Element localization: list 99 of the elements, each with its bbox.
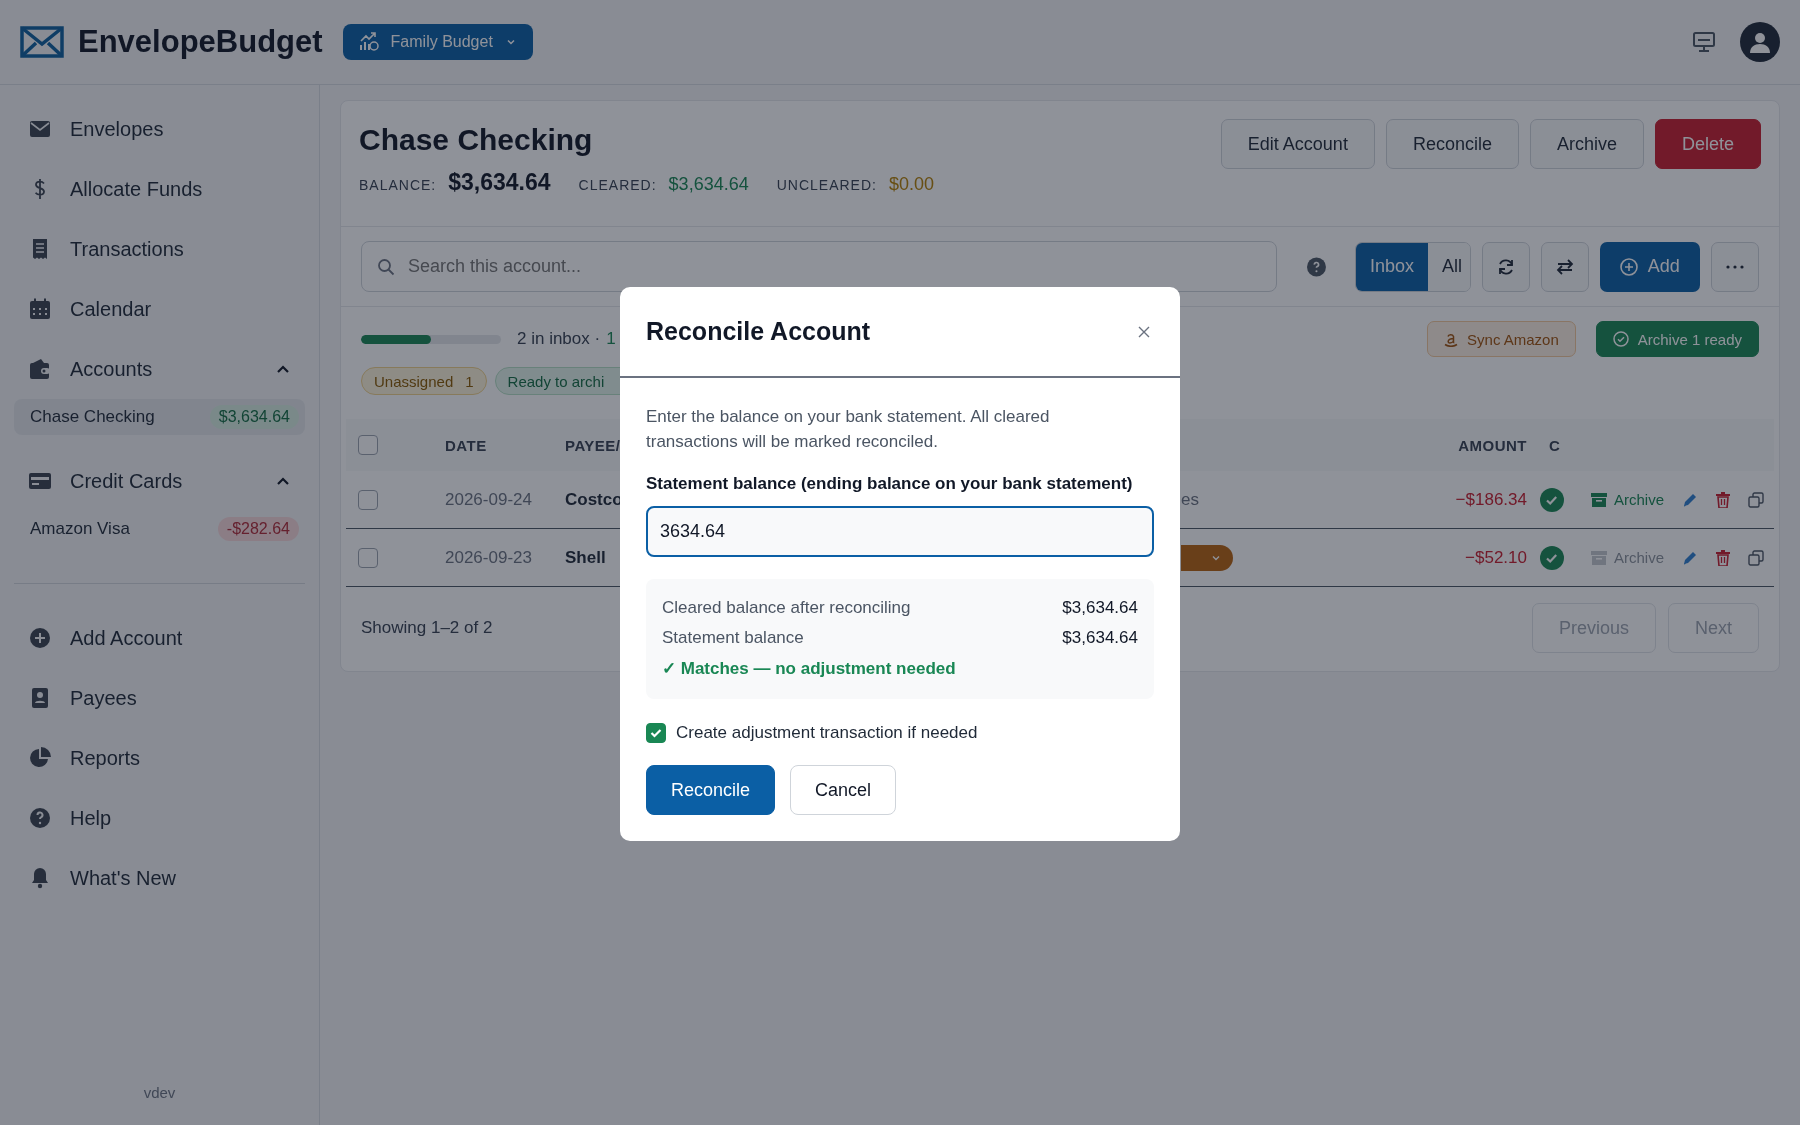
inbox-status: 2 in inbox · [517,329,601,349]
sync-button[interactable]: Sync Amazon [1427,321,1576,357]
sidebar-item[interactable]: Allocate Funds [14,159,305,219]
check-circle-icon[interactable] [1540,487,1564,512]
inbox-count: 1 [606,329,616,349]
chart-icon [358,32,379,52]
check-circle-icon[interactable] [1540,545,1564,570]
trash-icon[interactable] [1716,549,1731,566]
column-header: PAYEE/ [565,436,621,454]
match-message: ✓ Matches — no adjustment needed [662,657,957,680]
balance-value: $0.00 [888,174,934,195]
checkbox[interactable] [358,489,378,510]
envelope-logo-icon [20,26,64,58]
swap-arrows-icon [1554,256,1575,277]
copy-icon[interactable] [1748,491,1765,508]
search-field[interactable]: Search this account... [361,241,1277,292]
pencil-icon[interactable] [1682,491,1699,508]
column-header: C [1548,436,1562,454]
table-cell: 2026-09-24 [445,489,532,510]
table-cell: 2026-09-23 [445,547,532,568]
summary-value: $3,634.64 [1062,628,1138,648]
table-cell: Shell [565,547,606,568]
action-button[interactable]: Archive [1529,119,1644,169]
balance-label: BALANCE: [359,177,437,193]
balance-badge: -$282.64 [217,517,299,541]
search-icon [377,258,395,276]
delete-button[interactable]: Delete [1654,119,1761,169]
sidebar-item[interactable]: Add Account [14,608,305,668]
sidebar-item[interactable]: Help [14,788,305,848]
checkbox-label: Create adjustment transaction if needed [676,723,978,743]
archive-link[interactable]: Archive [1591,491,1665,508]
summary-label: Cleared balance after reconciling [662,598,911,618]
field-label: Statement balance (ending balance on your bank statement) [646,474,1134,494]
checkbox[interactable] [358,435,378,455]
pencil-icon[interactable] [1682,549,1699,566]
check-icon [649,726,663,740]
add-button[interactable]: Add [1599,241,1700,292]
app-name: EnvelopeBudget [78,24,323,60]
account-item[interactable]: Amazon Visa -$282.64 [14,511,305,547]
balance-value: $3,634.64 [668,174,749,195]
more-icon [1725,264,1744,269]
refresh-button[interactable] [1481,241,1530,292]
help-icon [28,806,52,830]
transfer-button[interactable] [1540,241,1589,292]
sidebar-group[interactable]: Accounts [14,339,305,399]
summary-label: Statement balance [662,628,804,648]
sidebar-item[interactable]: Transactions [14,219,305,279]
person-silhouette-icon [1748,30,1772,54]
trash-icon[interactable] [1716,491,1731,508]
filter-chip[interactable]: Unassigned 1 [361,367,487,395]
table-cell-text: es [1180,489,1199,509]
monitor-icon[interactable] [1692,31,1716,53]
sidebar-item[interactable]: Reports [14,728,305,788]
table-cell: −$52.10 [1465,547,1527,568]
sidebar-group[interactable]: Credit Cards [14,451,305,511]
archive-box-icon [1591,550,1607,565]
cancel-button[interactable]: Cancel [790,765,897,815]
action-button[interactable]: Reconcile [1385,119,1519,169]
balance-value: $3,634.64 [448,169,551,196]
help-icon[interactable] [1307,256,1326,277]
table-cell: −$186.34 [1455,489,1527,510]
column-header: AMOUNT [1458,436,1527,454]
sidebar-item[interactable]: Payees [14,668,305,728]
checkbox[interactable] [646,723,666,743]
avatar-icon[interactable] [1740,22,1780,62]
plus-circle-icon [1619,257,1638,276]
checkbox[interactable] [358,547,378,568]
table-cell: Costco [565,489,623,510]
statement-balance-field[interactable]: 3634.64 [646,506,1154,557]
balance-label: UNCLEARED: [776,177,877,193]
dialog-description: Enter the balance on your bank statement. All cleared transactions will be marked reconciled. [646,406,1051,453]
plus-circle-icon [28,626,52,650]
account-item[interactable]: Chase Checking $3,634.64 [14,399,305,435]
balance-badge: $3,634.64 [209,405,299,429]
calendar-icon [28,297,52,321]
version-label: vdev [142,1084,177,1103]
category-dropdown[interactable] [1181,544,1233,571]
account-title: Chase Checking [359,123,594,157]
dialog-title: Reconcile Account [646,317,871,346]
budget-selector[interactable]: Family Budget [342,24,533,60]
view-tab[interactable]: Inbox [1355,242,1428,291]
check-circle-icon [1612,331,1629,347]
copy-icon[interactable] [1748,549,1765,566]
sidebar-item[interactable]: Envelopes [14,99,305,159]
a-logo-icon [1444,331,1459,347]
view-tab[interactable]: All [1428,242,1470,291]
sidebar-item[interactable]: Calendar [14,279,305,339]
balance-label: CLEARED: [578,177,657,193]
pie-chart-icon [28,746,52,770]
summary-value: $3,634.64 [1062,598,1138,618]
action-button[interactable]: Edit Account [1220,119,1375,169]
reconcile-button[interactable]: Reconcile [646,765,776,815]
column-header: DATE [445,436,487,454]
wallet-icon [28,357,52,381]
sidebar-item[interactable]: What's New [14,848,305,908]
close-icon [1138,326,1150,338]
archive-ready-button[interactable]: Archive 1 ready [1595,321,1759,357]
archive-box-icon [1591,492,1607,507]
pagination-summary: Showing 1–2 of 2 [361,618,493,638]
